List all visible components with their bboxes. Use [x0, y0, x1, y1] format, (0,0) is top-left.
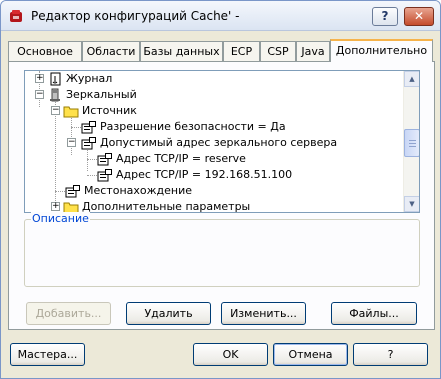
tree-item-extra-params[interactable]: + Дополнительные параметры: [25, 199, 395, 213]
folder-icon: [63, 106, 79, 118]
grip-line: [409, 146, 416, 147]
help-title-button[interactable]: ?: [372, 7, 398, 26]
tree-item-journal[interactable]: + Журнал: [25, 71, 395, 87]
tree-item-label: Журнал: [66, 72, 113, 85]
tree-item-label: Разрешение безопасности = Да: [100, 120, 286, 133]
help-button[interactable]: ?: [353, 343, 428, 366]
scroll-down-button[interactable]: ▼: [404, 196, 419, 212]
tab-databases[interactable]: Базы данных: [140, 41, 223, 61]
tab-strip: Основное Области Базы данных ECP CSP Jav…: [8, 39, 435, 62]
tree-item-label: Адрес TCP/IP = 192.168.51.100: [116, 168, 293, 181]
config-editor-window: Редактор конфигураций Cache' - ? ✕ Основ…: [0, 0, 441, 379]
scroll-thumb[interactable]: [404, 129, 419, 157]
journal-icon: [50, 72, 61, 86]
tab-main[interactable]: Основное: [8, 41, 82, 61]
tab-csp[interactable]: CSP: [260, 41, 296, 61]
tree-item-address-reserve[interactable]: Адрес TCP/IP = reserve: [25, 151, 395, 167]
tree-item-address-ip[interactable]: Адрес TCP/IP = 192.168.51.100: [25, 167, 395, 183]
grip-line: [409, 140, 416, 141]
ok-button[interactable]: OK: [193, 343, 268, 366]
tree-item-allowed-address[interactable]: − Допустимый адрес зеркального сервера: [25, 135, 395, 151]
tree-item-label: Местонахождение: [84, 184, 193, 197]
property-icon: [81, 121, 96, 134]
wizard-button[interactable]: Мастера...: [10, 343, 85, 366]
cache-app-icon: [10, 10, 22, 22]
tab-namespaces[interactable]: Области: [82, 41, 140, 61]
add-button[interactable]: Добавить...: [26, 302, 111, 325]
tree-item-label: Допустимый адрес зеркального сервера: [100, 136, 338, 149]
tree-item-location[interactable]: Местонахождение: [25, 183, 395, 199]
cancel-button[interactable]: Отмена: [273, 343, 348, 366]
config-tree[interactable]: + Журнал − Зеркальный − Источник Разреше…: [24, 70, 420, 213]
collapse-icon[interactable]: −: [51, 106, 60, 115]
window-title: Редактор конфигураций Cache' -: [31, 9, 240, 23]
property-icon: [97, 153, 112, 166]
tab-advanced[interactable]: Дополнительно: [330, 39, 433, 62]
mirror-icon: [50, 88, 60, 102]
scroll-up-button[interactable]: ▲: [404, 71, 419, 87]
tree-item-label: Зеркальный: [66, 88, 137, 101]
tab-ecp[interactable]: ECP: [223, 41, 260, 61]
tree-item-security[interactable]: Разрешение безопасности = Да: [25, 119, 395, 135]
collapse-icon[interactable]: −: [35, 90, 44, 99]
property-icon: [97, 169, 112, 182]
files-button[interactable]: Файлы...: [331, 302, 417, 325]
description-group: Описание: [24, 212, 420, 287]
tree-item-label: Источник: [82, 104, 137, 117]
tab-java[interactable]: Java: [296, 41, 330, 61]
property-icon: [65, 185, 80, 198]
tree-item-source[interactable]: − Источник: [25, 103, 395, 119]
expand-icon[interactable]: +: [35, 74, 44, 83]
tree-item-mirror[interactable]: − Зеркальный: [25, 87, 395, 103]
delete-button[interactable]: Удалить: [126, 302, 211, 325]
title-bar[interactable]: Редактор конфигураций Cache' - ? ✕: [1, 1, 440, 31]
tree-item-label: Адрес TCP/IP = reserve: [116, 152, 246, 165]
tree-item-label: Дополнительные параметры: [82, 200, 251, 213]
grip-line: [409, 143, 416, 144]
property-icon: [81, 137, 96, 150]
edit-button[interactable]: Изменить...: [221, 302, 306, 325]
close-button[interactable]: ✕: [404, 7, 434, 26]
tree-scrollbar[interactable]: ▲ ▼: [403, 71, 419, 212]
advanced-tab-panel: + Журнал − Зеркальный − Источник Разреше…: [8, 61, 435, 330]
expand-icon[interactable]: +: [51, 202, 60, 211]
description-label: Описание: [31, 212, 90, 225]
collapse-icon[interactable]: −: [67, 138, 76, 147]
